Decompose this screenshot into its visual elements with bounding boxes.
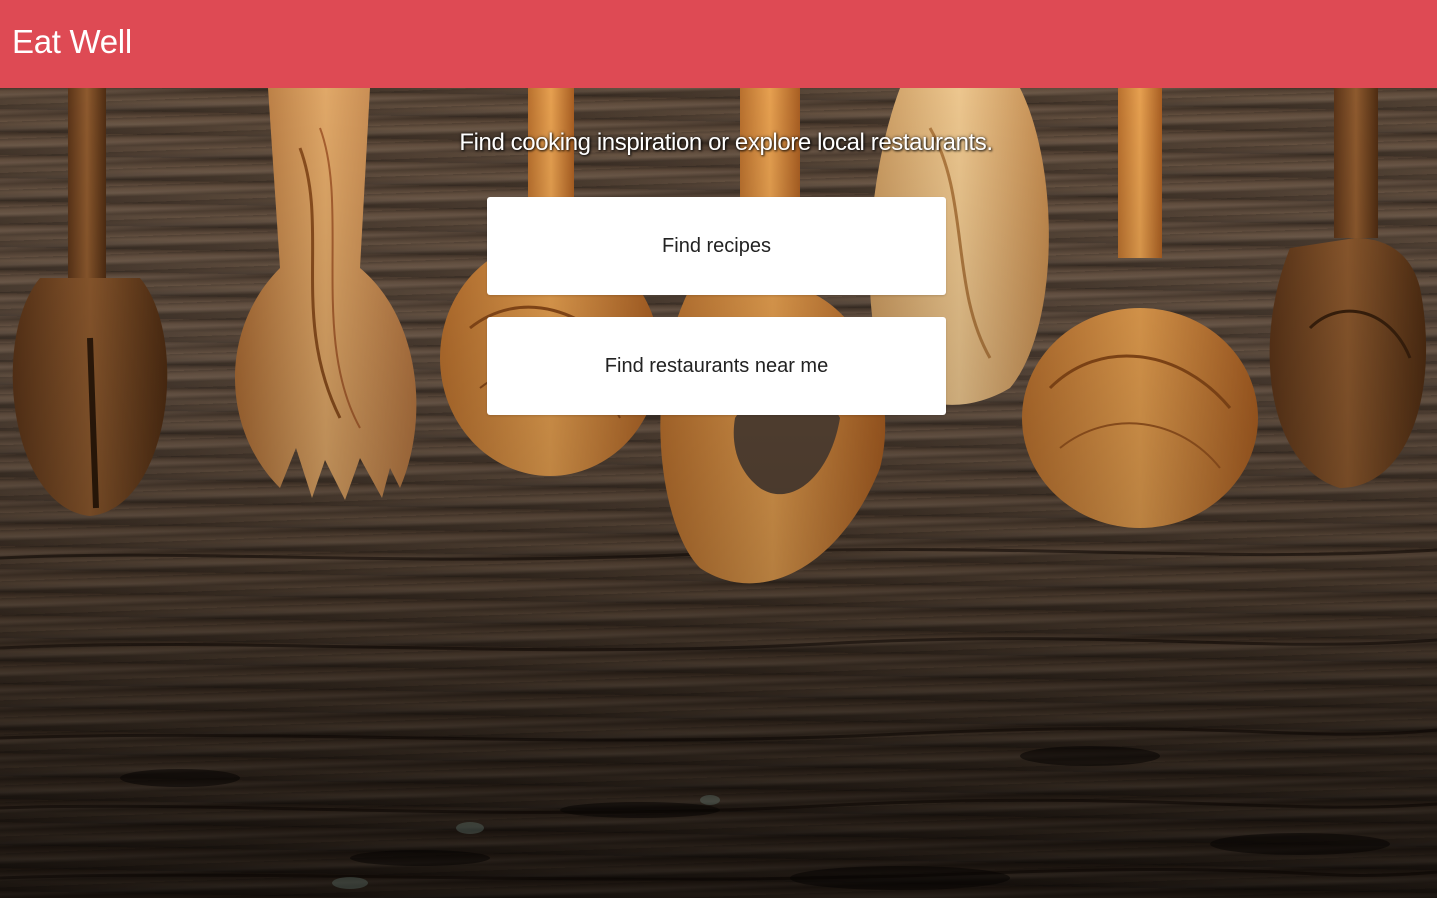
app-header: Eat Well (0, 0, 1437, 88)
hero-tagline: Find cooking inspiration or explore loca… (459, 129, 993, 156)
app-title[interactable]: Eat Well (12, 22, 132, 62)
find-recipes-button[interactable]: Find recipes (487, 197, 946, 295)
find-restaurants-button[interactable]: Find restaurants near me (487, 317, 946, 415)
hero-section: Find cooking inspiration or explore loca… (0, 88, 1437, 898)
